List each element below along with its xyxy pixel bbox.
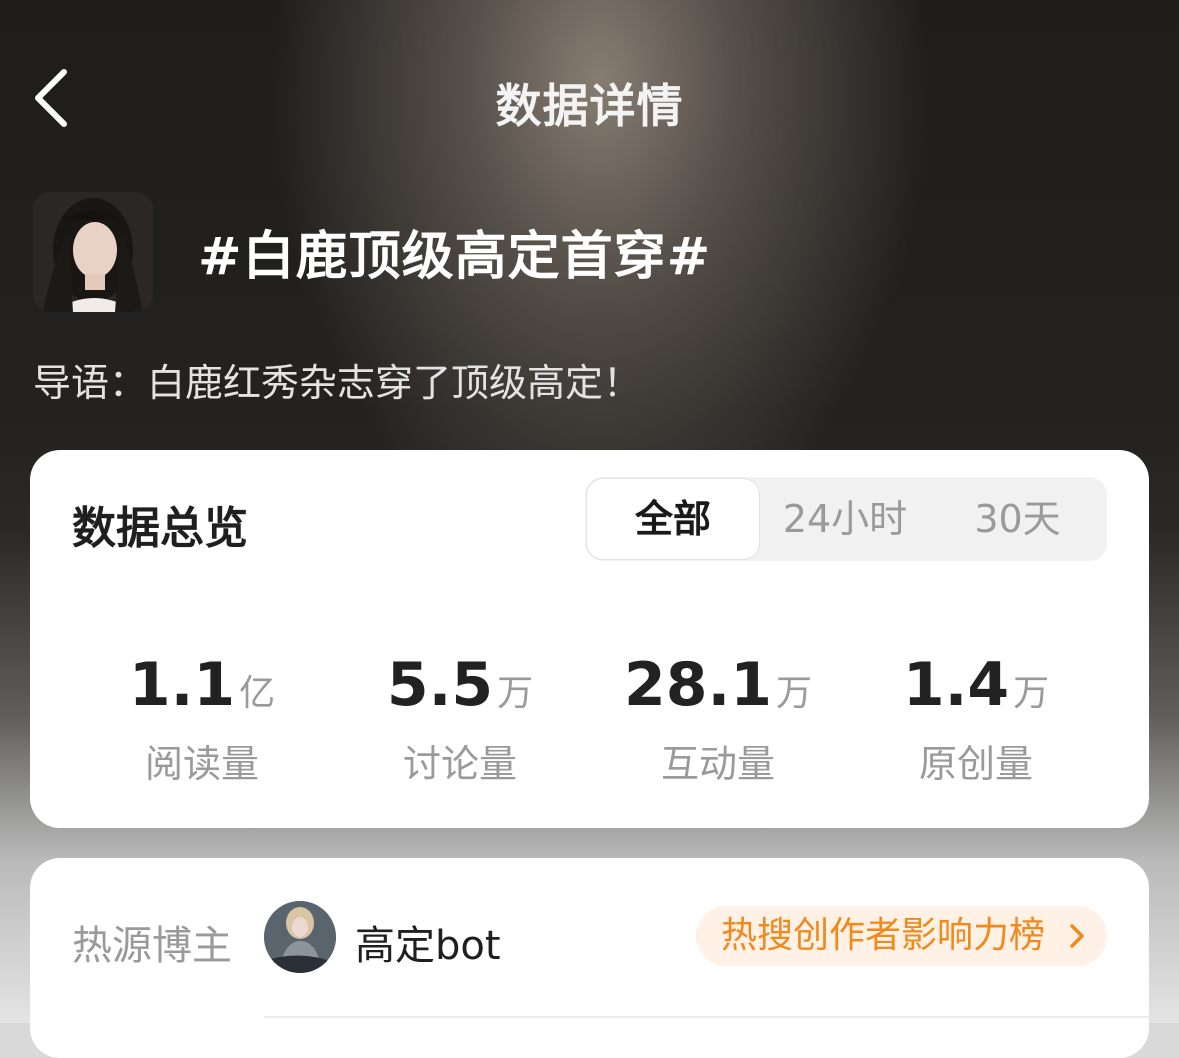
page-title: 数据详情	[495, 79, 684, 133]
stat-value: 1.4	[902, 650, 1010, 720]
topic-intro: 导语：白鹿红秀杂志穿了顶级高定！	[33, 361, 642, 405]
topic-avatar	[33, 192, 153, 312]
divider	[264, 1016, 1149, 1018]
blogger-avatar[interactable]	[264, 901, 336, 973]
topic-title: #白鹿顶级高定首穿#	[198, 227, 712, 287]
hot-source-card: 热源博主 高定bot 热搜创作者影响力榜	[30, 858, 1149, 1058]
time-range-tabs: 全部 24小时 30天	[585, 477, 1107, 561]
data-overview-card: 数据总览 全部 24小时 30天 1.1 亿 阅读量 5.5 万 讨论量 28.1 万…	[30, 450, 1149, 828]
stat-label: 原创量	[918, 742, 1033, 786]
stat-discussions: 5.5 万 讨论量	[340, 650, 580, 788]
section-title: 数据总览	[72, 503, 248, 554]
stat-label: 讨论量	[402, 742, 517, 786]
tab-all[interactable]: 全部	[587, 479, 759, 559]
stat-label: 阅读量	[144, 742, 259, 786]
avatar-image	[264, 901, 336, 973]
stat-reads: 1.1 亿 阅读量	[82, 650, 322, 788]
rank-label: 热搜创作者影响力榜	[721, 915, 1046, 956]
stat-unit: 万	[497, 673, 534, 714]
stat-value: 5.5	[386, 650, 494, 720]
stat-value: 1.1	[128, 650, 236, 720]
stat-unit: 亿	[239, 673, 276, 714]
stat-value: 28.1	[623, 650, 773, 720]
portrait-image	[33, 192, 153, 312]
hot-source-label: 热源博主	[72, 923, 232, 969]
influence-rank-button[interactable]: 热搜创作者影响力榜	[696, 906, 1107, 966]
tab-24-hours[interactable]: 24小时	[765, 477, 925, 561]
chevron-right-icon	[1070, 924, 1084, 948]
blogger-name[interactable]: 高定bot	[355, 913, 501, 971]
tab-30-days[interactable]: 30天	[930, 477, 1105, 561]
stat-interactions: 28.1 万 互动量	[598, 650, 838, 788]
stat-original: 1.4 万 原创量	[856, 650, 1096, 788]
stat-unit: 万	[776, 673, 813, 714]
stat-unit: 万	[1013, 673, 1050, 714]
stat-label: 互动量	[660, 742, 775, 786]
